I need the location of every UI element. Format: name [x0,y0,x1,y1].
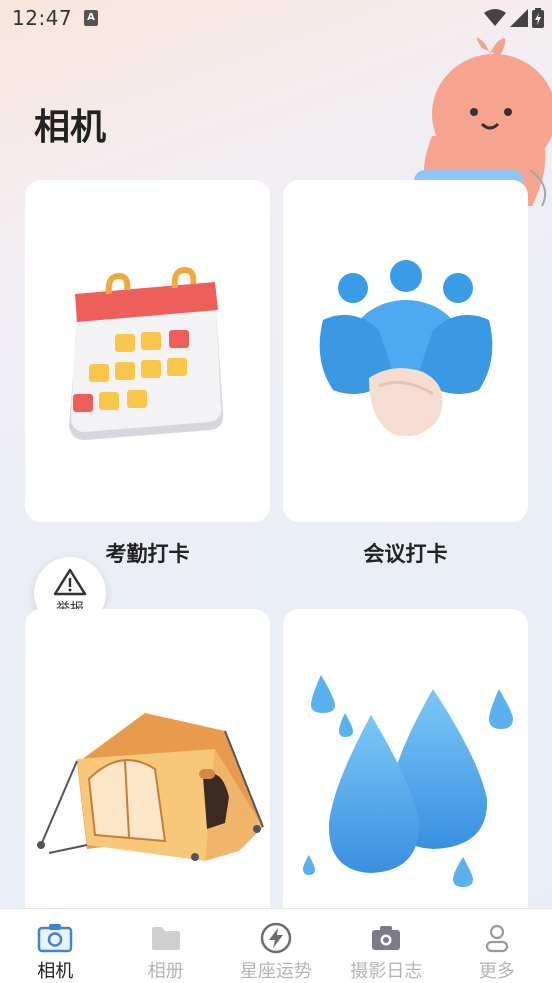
folder-icon [148,923,184,953]
nav-photo-log[interactable]: 摄影日志 [331,909,441,983]
bottom-nav: 相机 相册 星座运势 摄影日志 更多 [0,908,552,983]
meeting-card-label[interactable]: 会议打卡 [283,538,528,568]
nav-album[interactable]: 相册 [110,909,220,983]
tent-illustration [37,713,264,861]
nav-horoscope[interactable]: 星座运势 [221,909,331,983]
calendar-illustration [69,266,224,440]
nav-label: 星座运势 [240,961,313,982]
page-title: 相机 [34,107,107,148]
nav-camera[interactable]: 相机 [0,909,110,983]
nav-more[interactable]: 更多 [442,909,552,983]
camera-icon [37,923,73,953]
battery-icon [532,8,544,28]
status-bar: 12:47 A [0,0,552,38]
nav-label: 摄影日志 [350,961,423,982]
status-time: 12:47 [12,6,73,30]
user-icon [479,923,515,953]
signal-icon [510,9,528,27]
nav-label: 更多 [478,961,515,982]
wifi-icon [484,9,506,26]
tent-card[interactable] [25,609,270,929]
warning-icon [53,568,87,596]
a-icon: A [84,10,98,26]
lightning-icon [258,922,294,954]
water-drops-illustration [303,675,513,887]
nav-label: 相册 [147,961,184,982]
meeting-card[interactable] [283,180,528,522]
status-icons [484,8,544,28]
camera-filled-icon [368,923,404,953]
nav-label: 相机 [37,961,74,982]
water-card[interactable] [283,609,528,929]
attendance-card[interactable] [25,180,270,522]
handshake-illustration [319,260,493,436]
